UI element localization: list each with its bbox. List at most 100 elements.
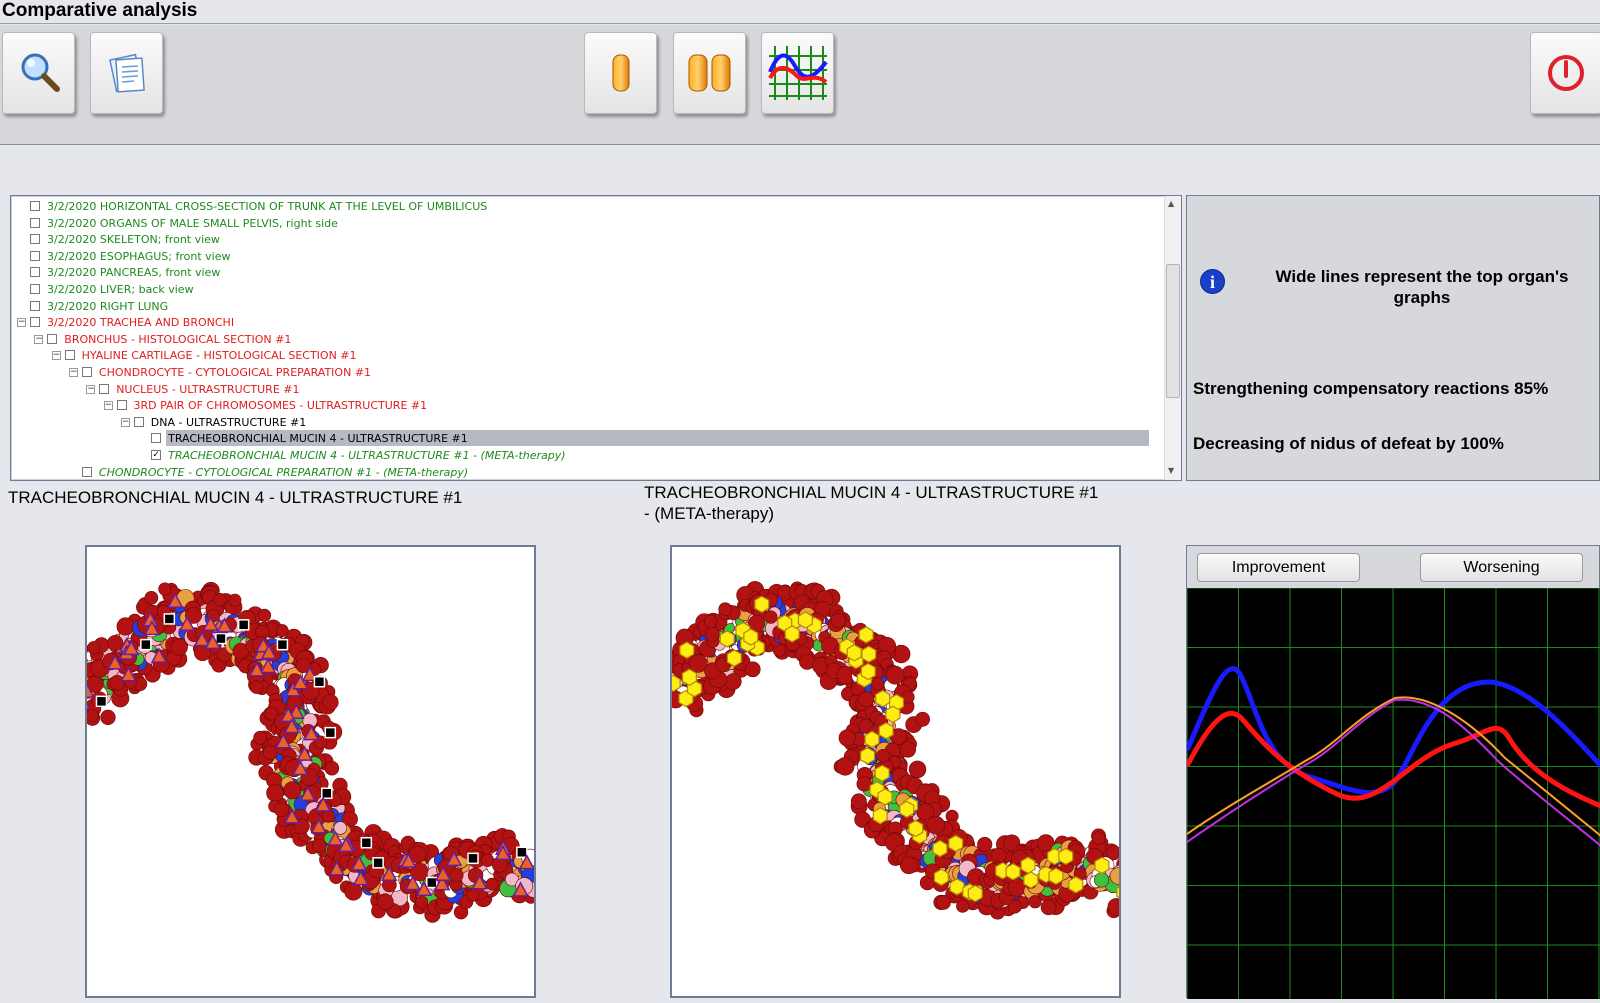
scroll-thumb[interactable] <box>1166 264 1180 398</box>
atom <box>214 593 227 606</box>
scroll-down-arrow[interactable]: ▼ <box>1168 466 1174 475</box>
graph-button[interactable] <box>761 32 834 114</box>
tree-expander[interactable]: − <box>104 401 113 410</box>
tree-row[interactable]: −3/2/2020 TRACHEA AND BRONCHI <box>11 314 1161 331</box>
tree-checkbox[interactable] <box>82 467 92 477</box>
organ-tree[interactable]: 3/2/2020 HORIZONTAL CROSS-SECTION OF TRU… <box>10 195 1182 481</box>
atom <box>110 675 125 690</box>
tree-checkbox[interactable] <box>82 367 92 377</box>
tree-checkbox[interactable] <box>151 433 161 443</box>
atom <box>284 782 301 799</box>
tree-checkbox[interactable] <box>117 400 127 410</box>
tree-row[interactable]: 3/2/2020 LIVER; back view <box>11 281 1161 298</box>
tree-row[interactable]: 3/2/2020 ORGANS OF MALE SMALL PELVIS, ri… <box>11 215 1161 232</box>
hexagon-marker <box>798 612 812 628</box>
tree-row[interactable]: 3/2/2020 HORIZONTAL CROSS-SECTION OF TRU… <box>11 198 1161 215</box>
atom <box>258 609 271 622</box>
atom <box>1092 832 1105 845</box>
tree-expander[interactable]: − <box>52 351 61 360</box>
tree-expander[interactable]: − <box>17 318 26 327</box>
info-icon: i <box>1200 269 1225 294</box>
title-bar: Comparative analysis <box>0 0 1600 24</box>
tree-checkbox[interactable] <box>99 384 109 394</box>
square-marker <box>325 728 335 738</box>
comparison-chart-panel: Improvement Worsening <box>1186 545 1600 998</box>
hexagon-marker <box>785 626 799 642</box>
report-button[interactable] <box>90 32 163 114</box>
tree-row-label: CHONDROCYTE - CYTOLOGICAL PREPARATION #1… <box>99 464 468 481</box>
tree-checkbox[interactable] <box>30 218 40 228</box>
hexagon-marker <box>876 691 890 707</box>
single-view-button[interactable] <box>584 32 657 114</box>
tree-checkbox[interactable] <box>30 234 40 244</box>
tree-expander[interactable]: − <box>121 418 130 427</box>
atom <box>415 896 428 909</box>
exit-button[interactable] <box>1530 32 1600 114</box>
atom <box>250 681 263 694</box>
tree-row[interactable]: −BRONCHUS - HISTOLOGICAL SECTION #1 <box>11 331 1161 348</box>
tree-expander[interactable]: − <box>34 335 43 344</box>
toolbar <box>0 25 1600 145</box>
tree-checkbox[interactable]: ✓ <box>151 450 161 460</box>
tree-checkbox[interactable] <box>30 201 40 211</box>
square-marker <box>216 634 226 644</box>
tree-expander[interactable]: − <box>69 368 78 377</box>
tree-checkbox[interactable] <box>47 334 57 344</box>
tree-checkbox[interactable] <box>30 317 40 327</box>
hexagon-marker <box>1069 877 1083 893</box>
atom <box>851 794 866 809</box>
square-marker <box>373 858 383 868</box>
atom <box>909 761 926 778</box>
atom <box>107 635 122 650</box>
tree-checkbox[interactable] <box>30 284 40 294</box>
square-marker <box>517 847 527 857</box>
double-capsule-icon <box>684 49 736 97</box>
tree-scrollbar[interactable]: ▲ ▼ <box>1164 196 1181 480</box>
atom <box>1107 846 1119 860</box>
comparison-chart <box>1187 588 1600 999</box>
tree-row[interactable]: 3/2/2020 RIGHT LUNG <box>11 298 1161 315</box>
square-marker <box>164 614 174 624</box>
magnifier-icon <box>15 49 63 97</box>
hexagon-marker <box>865 731 879 747</box>
tree-row[interactable]: 3/2/2020 SKELETON; front view <box>11 231 1161 248</box>
hexagon-marker <box>862 646 876 662</box>
worsening-button[interactable]: Worsening <box>1420 553 1583 582</box>
atom <box>1094 873 1109 888</box>
tree-row[interactable]: −HYALINE CARTILAGE - HISTOLOGICAL SECTIO… <box>11 347 1161 364</box>
tree-row[interactable]: −NUCLEUS - ULTRASTRUCTURE #1 <box>11 381 1161 398</box>
atom <box>936 895 950 909</box>
right-image-caption: TRACHEOBRONCHIAL MUCIN 4 - ULTRASTRUCTUR… <box>644 482 1104 524</box>
tree-row[interactable]: −3RD PAIR OF CHROMOSOMES - ULTRASTRUCTUR… <box>11 397 1161 414</box>
tree-row[interactable]: CHONDROCYTE - CYTOLOGICAL PREPARATION #1… <box>11 464 1161 481</box>
scroll-up-arrow[interactable]: ▲ <box>1168 199 1174 208</box>
tree-checkbox[interactable] <box>134 417 144 427</box>
atom <box>145 591 158 604</box>
tree-row[interactable]: 3/2/2020 PANCREAS, front view <box>11 264 1161 281</box>
improvement-button[interactable]: Improvement <box>1197 553 1360 582</box>
double-view-button[interactable] <box>673 32 746 114</box>
hexagon-marker <box>720 631 734 647</box>
atom <box>263 745 277 759</box>
atom <box>378 894 394 910</box>
tree-checkbox[interactable] <box>65 350 75 360</box>
tree-row[interactable]: −CHONDROCYTE - CYTOLOGICAL PREPARATION #… <box>11 364 1161 381</box>
atom <box>991 848 1006 863</box>
tree-checkbox[interactable] <box>30 301 40 311</box>
tree-row[interactable]: ✓TRACHEOBRONCHIAL MUCIN 4 - ULTRASTRUCTU… <box>11 447 1161 464</box>
tree-checkbox[interactable] <box>30 267 40 277</box>
tree-row-label: 3/2/2020 LIVER; back view <box>47 281 194 298</box>
atom <box>171 639 187 655</box>
hexagon-marker <box>879 723 893 739</box>
tree-expander[interactable]: − <box>86 385 95 394</box>
atom <box>705 627 719 641</box>
tree-row[interactable]: 3/2/2020 ESOPHAGUS; front view <box>11 248 1161 265</box>
hexagon-marker <box>680 642 694 658</box>
hexagon-marker <box>755 596 769 612</box>
tree-row[interactable]: −DNA - ULTRASTRUCTURE #1 <box>11 414 1161 431</box>
tree-checkbox[interactable] <box>30 251 40 261</box>
tree-row[interactable]: TRACHEOBRONCHIAL MUCIN 4 - ULTRASTRUCTUR… <box>11 430 1161 447</box>
atom <box>765 611 778 624</box>
single-capsule-icon <box>597 49 645 97</box>
search-button[interactable] <box>2 32 75 114</box>
